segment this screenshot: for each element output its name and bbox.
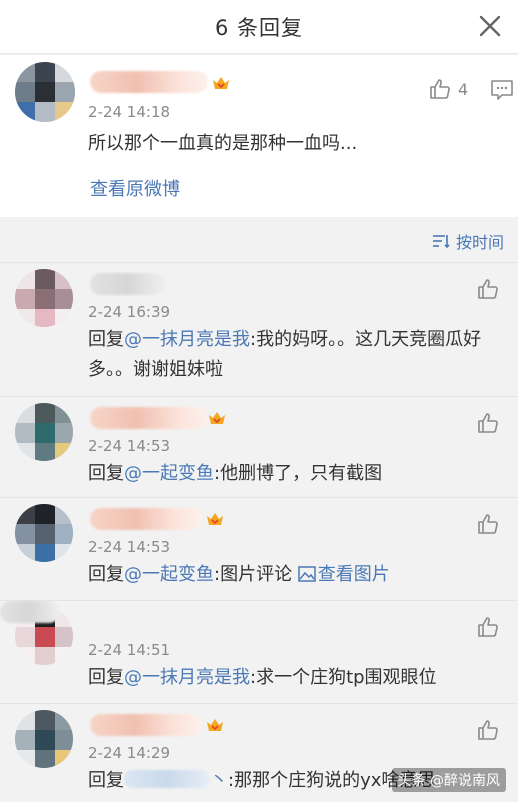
avatar[interactable] (15, 403, 73, 461)
comment-text: 所以那个一血真的是那种一血吗... (88, 133, 358, 154)
mention-redacted[interactable] (124, 770, 210, 788)
close-icon (479, 15, 501, 37)
thumbs-up-icon[interactable] (428, 77, 452, 101)
mention-link[interactable]: @一起变鱼 (124, 463, 214, 484)
vip-badge-icon (213, 77, 229, 89)
thumbs-up-icon[interactable] (476, 615, 500, 639)
image-icon (298, 566, 316, 582)
sort-bar: 按时间 (0, 225, 518, 257)
thumbs-up-icon[interactable] (476, 512, 500, 536)
reply-text: 回复@一抹月亮是我:求一个庄狗tp围观眼位 (88, 667, 437, 688)
reply-time: 2-24 14:29 (88, 744, 171, 762)
avatar[interactable] (15, 504, 73, 562)
username-redacted[interactable] (90, 407, 208, 429)
avatar[interactable] (15, 269, 73, 327)
watermark: 头条 @醉说南风 (391, 768, 506, 792)
mention-link[interactable]: @一抹月亮是我 (124, 667, 250, 688)
thumbs-up-icon[interactable] (476, 277, 500, 301)
comment-time: 2-24 14:18 (88, 103, 171, 121)
thumbs-up-icon[interactable] (476, 718, 500, 742)
dialog-header: 6 条回复 (0, 0, 518, 54)
vip-badge-icon (209, 412, 225, 424)
reply-text: 回复@一起变鱼:图片评论 查看图片 (88, 564, 390, 585)
avatar[interactable] (15, 710, 73, 768)
vip-badge-icon (207, 513, 223, 525)
reply-item: 2-24 16:39 回复@一抹月亮是我:我的妈呀。。这几天竞圈瓜好多。。谢谢姐… (0, 262, 518, 380)
username-redacted[interactable] (90, 273, 165, 295)
close-button[interactable] (476, 12, 504, 40)
main-comment: 2-24 14:18 所以那个一血真的是那种一血吗... 查看原微博 4 (0, 55, 518, 217)
dialog-title: 6 条回复 (214, 16, 304, 40)
sort-icon (432, 235, 450, 249)
username-redacted[interactable] (90, 714, 202, 736)
reply-time: 2-24 16:39 (88, 303, 171, 321)
avatar[interactable] (15, 62, 75, 122)
sort-label: 按时间 (455, 233, 504, 252)
mention-link[interactable]: @一起变鱼 (124, 564, 214, 585)
sort-by-time-button[interactable]: 按时间 (432, 229, 504, 253)
reply-time: 2-24 14:51 (88, 641, 171, 659)
view-original-post-link[interactable]: 查看原微博 (90, 175, 180, 201)
username-redacted[interactable] (90, 71, 208, 93)
reply-item: 2-24 14:53 回复@一起变鱼:他删博了，只有截图 (0, 396, 518, 496)
reply-time: 2-24 14:53 (88, 538, 171, 556)
like-count: 4 (458, 80, 469, 99)
comment-icon[interactable] (490, 79, 514, 101)
reply-text: 回复@一抹月亮是我:我的妈呀。。这几天竞圈瓜好多。。谢谢姐妹啦 (88, 329, 482, 380)
reply-item: 2-24 14:51 回复@一抹月亮是我:求一个庄狗tp围观眼位 (0, 600, 518, 702)
reply-item: 2-24 14:53 回复@一起变鱼:图片评论 查看图片 (0, 497, 518, 599)
reply-text: 回复@一起变鱼:他删博了，只有截图 (88, 463, 383, 484)
vip-badge-icon (207, 719, 223, 731)
thumbs-up-icon[interactable] (476, 411, 500, 435)
username-redacted[interactable] (0, 601, 60, 623)
mention-link[interactable]: @一抹月亮是我 (124, 329, 250, 350)
reply-time: 2-24 14:53 (88, 437, 171, 455)
username-redacted[interactable] (90, 508, 202, 530)
mention-suffix[interactable]: 丶 (210, 770, 228, 791)
view-image-link[interactable]: 查看图片 (298, 564, 390, 585)
